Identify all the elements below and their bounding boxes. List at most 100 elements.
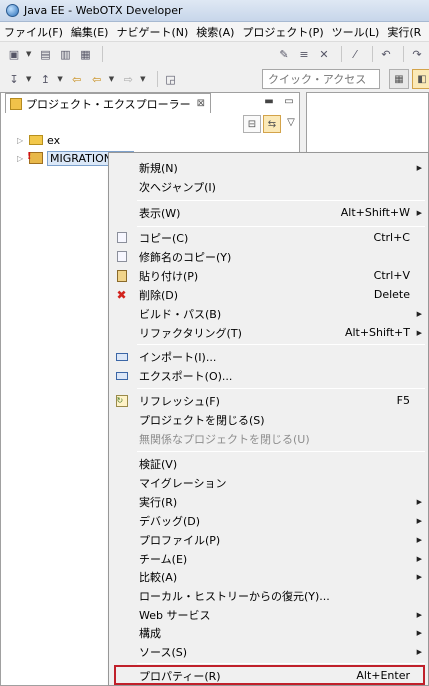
- toolbar-separator: [102, 46, 104, 62]
- refresh-icon: ↻: [115, 394, 128, 407]
- toolbar-separator: [403, 46, 404, 62]
- menu-run[interactable]: 実行(R: [383, 24, 425, 40]
- menu-item-migration[interactable]: マイグレーション: [109, 473, 428, 492]
- menu-item-build-path[interactable]: ビルド・パス(B) ▶: [109, 304, 428, 323]
- menu-project[interactable]: プロジェクト(P): [238, 24, 327, 40]
- submenu-arrow-icon: ▶: [416, 309, 422, 318]
- menu-bar: ファイル(F) 編集(E) ナビゲート(N) 検索(A) プロジェクト(P) ツ…: [0, 22, 429, 42]
- tree-item-ex[interactable]: ▷ ex: [17, 132, 60, 148]
- forward-icon[interactable]: ⇨: [120, 71, 136, 87]
- last-edit-icon[interactable]: ⇦: [69, 71, 85, 87]
- toolbar-separator: [372, 46, 373, 62]
- prev-annotation-icon[interactable]: ↥: [37, 71, 53, 87]
- project-error-icon: [27, 151, 43, 164]
- forward-dropdown-icon[interactable]: ▼: [140, 75, 145, 83]
- menu-navigate[interactable]: ナビゲート(N): [112, 24, 192, 40]
- menu-item-team[interactable]: チーム(E) ▶: [109, 549, 428, 568]
- project-explorer-tab-label: プロジェクト・エクスプローラー: [26, 97, 191, 111]
- menu-item-debug[interactable]: デバッグ(D) ▶: [109, 511, 428, 530]
- secondary-toolbar: ↧ ▼ ↥ ▼ ⇦ ⇦ ▼ ⇨ ▼ ◲ ▦ ◧: [0, 66, 429, 92]
- menu-item-new[interactable]: 新規(N) ▶: [109, 158, 428, 177]
- menu-item-show-in[interactable]: 表示(W) Alt+Shift+W ▶: [109, 203, 428, 222]
- window-title: Java EE - WebOTX Developer: [24, 4, 183, 17]
- menu-item-run[interactable]: 実行(R) ▶: [109, 492, 428, 511]
- undo-icon[interactable]: ↶: [378, 46, 394, 62]
- open-perspective-icon[interactable]: ▦: [389, 69, 409, 89]
- next-annotation-icon[interactable]: ↧: [6, 71, 22, 87]
- submenu-arrow-icon: ▶: [416, 647, 422, 656]
- debug-icon[interactable]: ✕: [316, 46, 332, 62]
- minimize-icon[interactable]: ▬: [263, 96, 275, 108]
- menu-item-export[interactable]: エクスポート(O)...: [109, 366, 428, 385]
- collapse-all-icon[interactable]: ⊟: [243, 115, 261, 133]
- redo-icon[interactable]: ↷: [409, 46, 425, 62]
- java-ee-perspective-icon[interactable]: ◧: [412, 69, 429, 89]
- toolbar-separator: [341, 46, 342, 62]
- back-icon[interactable]: ⇦: [89, 71, 105, 87]
- close-icon[interactable]: ⊠: [197, 98, 205, 109]
- save-icon[interactable]: ▤: [37, 46, 53, 62]
- menu-item-import[interactable]: インポート(I)...: [109, 347, 428, 366]
- menu-item-profile[interactable]: プロファイル(P) ▶: [109, 530, 428, 549]
- menu-item-validate[interactable]: 検証(V): [109, 454, 428, 473]
- menu-item-restore-local-history[interactable]: ローカル・ヒストリーからの復元(Y)...: [109, 586, 428, 605]
- menu-file[interactable]: ファイル(F): [0, 24, 67, 40]
- menu-item-go-into[interactable]: 次へジャンプ(I): [109, 177, 428, 196]
- menu-tools[interactable]: ツール(L): [328, 24, 384, 40]
- view-menu-icon[interactable]: ▽: [285, 117, 297, 129]
- menu-item-paste[interactable]: 貼り付け(P) Ctrl+V: [109, 266, 428, 285]
- menu-item-close-project[interactable]: プロジェクトを閉じる(S): [109, 410, 428, 429]
- submenu-arrow-icon: ▶: [416, 208, 422, 217]
- submenu-arrow-icon: ▶: [416, 328, 422, 337]
- link-icon[interactable]: ⁄: [347, 46, 363, 62]
- submenu-arrow-icon: ▶: [416, 610, 422, 619]
- menu-edit[interactable]: 編集(E): [67, 24, 113, 40]
- back-dropdown-icon[interactable]: ▼: [109, 75, 114, 83]
- build-icon[interactable]: ✎: [276, 46, 292, 62]
- menu-search[interactable]: 検索(A): [192, 24, 238, 40]
- prev-annotation-dropdown-icon[interactable]: ▼: [57, 75, 62, 83]
- menu-separator: [137, 451, 425, 452]
- submenu-arrow-icon: ▶: [416, 163, 422, 172]
- save-all-icon[interactable]: ▥: [57, 46, 73, 62]
- quick-access-input[interactable]: [262, 69, 380, 89]
- expand-arrow-icon[interactable]: ▷: [17, 136, 29, 145]
- menu-item-configure[interactable]: 構成 ▶: [109, 623, 428, 642]
- menu-item-refactor[interactable]: リファクタリング(T) Alt+Shift+T ▶: [109, 323, 428, 342]
- menu-item-delete[interactable]: ✖ 削除(D) Delete: [109, 285, 428, 304]
- new-dropdown-icon[interactable]: ▼: [26, 50, 31, 58]
- external-tool-icon[interactable]: ◲: [163, 71, 179, 87]
- menu-item-web-services[interactable]: Web サービス ▶: [109, 605, 428, 624]
- context-menu: 新規(N) ▶ 次へジャンプ(I) 表示(W) Alt+Shift+W ▶ コピ…: [108, 152, 429, 686]
- next-annotation-dropdown-icon[interactable]: ▼: [26, 75, 31, 83]
- new-icon[interactable]: ▣: [6, 46, 22, 62]
- link-with-editor-icon[interactable]: ⇆: [263, 115, 281, 133]
- import-icon: [115, 350, 128, 363]
- properties-highlight-box: [114, 665, 425, 685]
- copy-qualified-icon: [115, 250, 128, 263]
- maximize-icon[interactable]: ▭: [283, 96, 295, 108]
- explorer-tab-icon: [10, 97, 22, 110]
- folder-icon: [29, 135, 43, 145]
- menu-item-source[interactable]: ソース(S) ▶: [109, 642, 428, 661]
- delete-icon: ✖: [116, 287, 127, 302]
- paste-icon: [115, 269, 128, 282]
- project-explorer-tab[interactable]: プロジェクト・エクスプローラー ⊠: [5, 93, 211, 113]
- menu-separator: [137, 663, 425, 664]
- submenu-arrow-icon: ▶: [416, 628, 422, 637]
- menu-item-copy-qualified-name[interactable]: 修飾名のコピー(Y): [109, 247, 428, 266]
- submenu-arrow-icon: ▶: [416, 516, 422, 525]
- menu-separator: [137, 388, 425, 389]
- main-toolbar: ▣ ▼ ▤ ▥ ▦ ✎ ≡ ✕ ⁄ ↶ ↷: [0, 42, 429, 66]
- submenu-arrow-icon: ▶: [416, 572, 422, 581]
- menu-item-copy[interactable]: コピー(C) Ctrl+C: [109, 228, 428, 247]
- toolbar-separator: [156, 71, 158, 87]
- menu-item-compare[interactable]: 比較(A) ▶: [109, 567, 428, 586]
- print-icon[interactable]: ▦: [77, 46, 93, 62]
- task-icon[interactable]: ≡: [296, 46, 312, 62]
- menu-item-close-unrelated: 無関係なプロジェクトを閉じる(U): [139, 432, 310, 446]
- copy-icon: [115, 231, 128, 244]
- menu-item-refresh[interactable]: ↻ リフレッシュ(F) F5: [109, 391, 428, 410]
- title-bar: Java EE - WebOTX Developer: [0, 0, 429, 22]
- submenu-arrow-icon: ▶: [416, 497, 422, 506]
